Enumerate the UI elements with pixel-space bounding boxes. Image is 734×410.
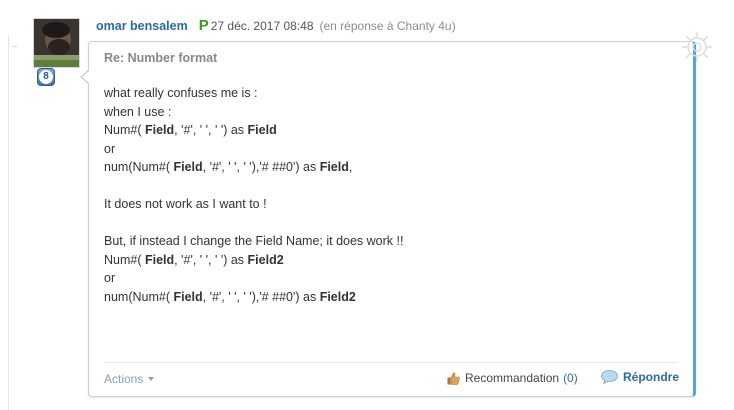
body-bold-text: Field: [173, 160, 203, 174]
body-text: Num#(: [104, 123, 145, 137]
body-bold-text: Field: [319, 160, 349, 174]
body-text: , '#', ' ', ' '),'# ##0') as: [202, 289, 320, 304]
body-text: , '#', ' ', ' ') as: [174, 252, 248, 267]
body-line: num(Num#( Field, '#', ' ', ' '),'# ##0')…: [104, 158, 403, 177]
post-title: Re: Number format: [104, 51, 218, 65]
body-text: , '#', ' ', ' '),'# ##0') as: [202, 160, 320, 174]
body-text: or: [104, 271, 116, 285]
thumbs-up-icon: [447, 372, 460, 385]
body-text: or: [104, 141, 116, 156]
body-bold-text: Field: [173, 289, 203, 304]
recommend-label: Recommandation: [465, 371, 560, 385]
reply-reference[interactable]: (en réponse à Chanty 4u): [320, 19, 456, 33]
speech-bubble-icon: [601, 370, 618, 385]
thread-line: [8, 36, 9, 410]
rank-number: 8: [39, 70, 53, 84]
author-link[interactable]: omar bensalem: [96, 19, 188, 33]
body-text: when I use :: [104, 104, 172, 119]
body-bold-text: Field: [144, 123, 175, 137]
body-text: Num#(: [104, 252, 145, 267]
user-avatar[interactable]: [33, 18, 80, 68]
post-date: 27 déc. 2017 08:48: [210, 19, 314, 33]
body-text: , '#', ' ', ' ') as: [174, 123, 248, 137]
reply-label: Répondre: [623, 370, 680, 384]
recommend-count: (0): [563, 371, 578, 385]
body-line: Num#( Field, '#', ' ', ' ') as Field2: [104, 251, 403, 270]
body-line: But, if instead I change the Field Name;…: [104, 232, 403, 251]
rank-badge-icon: 8: [37, 68, 55, 86]
body-text: ,: [348, 160, 353, 174]
body-line: or: [104, 140, 403, 159]
chevron-down-icon: [148, 377, 155, 381]
body-bold-text: Field2: [247, 252, 284, 267]
reply-button[interactable]: Répondre: [601, 370, 680, 385]
footer-divider: [104, 362, 678, 363]
body-text: num(Num#(: [104, 289, 174, 304]
body-bold-text: Field2: [319, 289, 356, 304]
body-text: But, if instead I change the Field Name;…: [104, 234, 404, 248]
body-text: It does not work as I want to !: [104, 197, 267, 211]
body-bold-text: Field: [144, 252, 175, 267]
thread-arrow-icon: →: [9, 40, 19, 51]
gear-watermark-icon: [679, 29, 715, 65]
post-body: what really confuses me is : when I use :…: [104, 84, 403, 306]
body-line: what really confuses me is :: [104, 84, 403, 103]
body-text: what really confuses me is :: [104, 86, 258, 100]
actions-dropdown[interactable]: Actions: [104, 372, 155, 386]
body-line: Num#( Field, '#', ' ', ' ') as Field: [104, 121, 403, 140]
actions-label: Actions: [104, 372, 144, 386]
body-bold-text: Field: [247, 123, 277, 137]
body-line: [104, 214, 403, 233]
bubble-tail-inner: [82, 71, 89, 83]
author-badge: P: [198, 17, 209, 34]
body-text: num(Num#(: [104, 160, 174, 174]
body-line: or: [104, 269, 403, 288]
post-header: omar bensalem P 27 déc. 2017 08:48 (en r…: [96, 17, 456, 35]
post-bubble: Re: Number format what really confuses m…: [88, 41, 696, 397]
body-line: when I use :: [104, 103, 403, 122]
body-line: It does not work as I want to !: [104, 195, 403, 214]
body-line: num(Num#( Field, '#', ' ', ' '),'# ##0')…: [104, 288, 403, 307]
body-line: [104, 177, 403, 196]
recommend-button[interactable]: Recommandation (0): [447, 371, 578, 385]
